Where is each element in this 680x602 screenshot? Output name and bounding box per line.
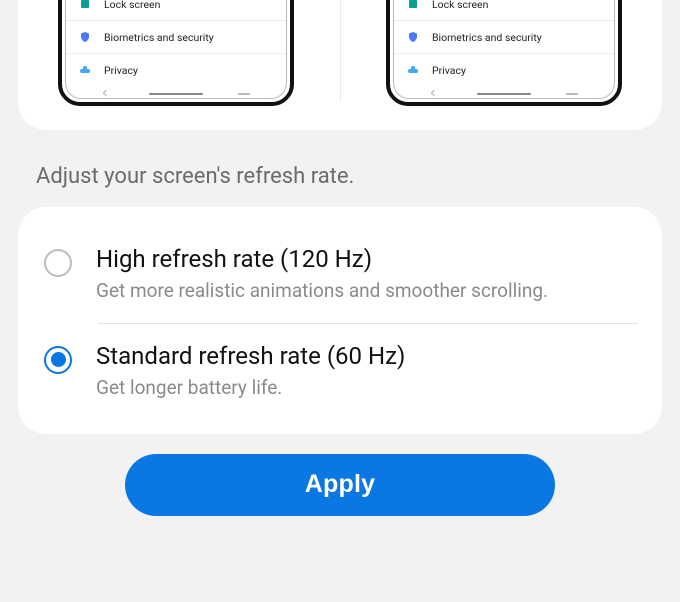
shield-icon <box>406 30 420 44</box>
option-desc: Get more realistic animations and smooth… <box>96 277 632 305</box>
shield-icon <box>78 30 92 44</box>
option-desc: Get longer battery life. <box>96 374 632 402</box>
preview-item: Biometrics and security <box>66 20 286 53</box>
preview-item: Privacy <box>66 53 286 86</box>
preview-left[interactable]: Lock screen Biometrics and security <box>58 0 294 106</box>
preview-card: Lock screen Biometrics and security <box>18 0 662 130</box>
apply-button[interactable]: Apply <box>125 454 555 516</box>
preview-item: Biometrics and security <box>394 20 614 53</box>
option-title: Standard refresh rate (60 Hz) <box>96 340 632 372</box>
options-card: High refresh rate (120 Hz) Get more real… <box>18 207 662 434</box>
preview-right[interactable]: Lock screen Biometrics and security <box>386 0 622 106</box>
radio-unchecked-icon[interactable] <box>44 249 72 277</box>
cloud-icon <box>78 63 92 77</box>
section-subtitle: Adjust your screen's refresh rate. <box>18 130 662 207</box>
preview-item-label: Privacy <box>432 64 466 77</box>
cloud-icon <box>406 63 420 77</box>
lock-icon <box>78 0 92 11</box>
preview-item-label: Privacy <box>104 64 138 77</box>
preview-item: Lock screen <box>66 0 286 20</box>
home-indicator <box>149 93 203 96</box>
preview-item-label: Lock screen <box>432 0 488 11</box>
preview-item: Lock screen <box>394 0 614 20</box>
lock-icon <box>406 0 420 11</box>
option-standard-refresh[interactable]: Standard refresh rate (60 Hz) Get longer… <box>42 324 638 420</box>
radio-checked-icon[interactable] <box>44 346 72 374</box>
preview-item: Privacy <box>394 53 614 86</box>
preview-item-label: Biometrics and security <box>104 31 214 44</box>
option-high-refresh[interactable]: High refresh rate (120 Hz) Get more real… <box>42 227 638 323</box>
option-title: High refresh rate (120 Hz) <box>96 243 632 275</box>
preview-item-label: Lock screen <box>104 0 160 11</box>
preview-item-label: Biometrics and security <box>432 31 542 44</box>
home-indicator <box>477 93 531 96</box>
